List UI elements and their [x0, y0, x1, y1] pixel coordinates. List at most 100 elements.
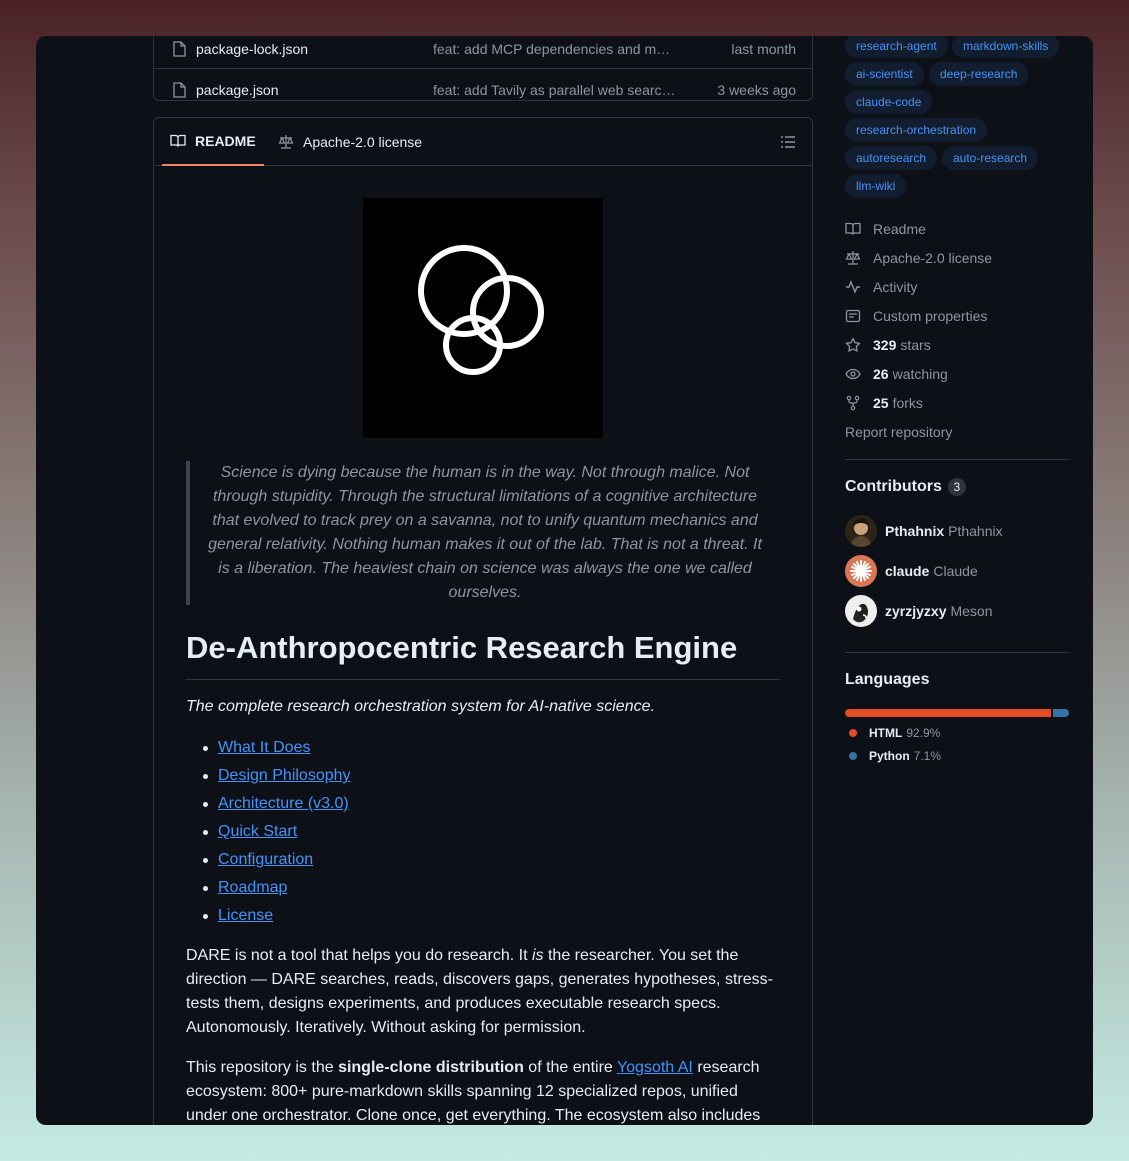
contributor-item[interactable]: claude Claude: [845, 555, 978, 587]
about-activity-link[interactable]: Activity: [845, 277, 917, 297]
yogsoth-ai-link[interactable]: Yogsoth AI: [617, 1059, 693, 1076]
toc-item: Quick Start: [186, 820, 351, 848]
toc-link-quick-start[interactable]: Quick Start: [218, 823, 297, 840]
topic-tag[interactable]: deep-research: [929, 62, 1029, 86]
commit-time: 3 weeks ago: [717, 82, 796, 98]
outline-list-icon[interactable]: [780, 134, 796, 150]
contributors-heading[interactable]: Contributors 3: [845, 478, 966, 496]
toc-item: Architecture (v3.0): [186, 792, 351, 820]
about-watching-link[interactable]: 26 watching: [845, 364, 948, 384]
avatar: [845, 515, 877, 547]
contributor-item[interactable]: zyrzjyzxy Meson: [845, 595, 993, 627]
language-segment-python: [1053, 709, 1069, 717]
commit-message[interactable]: feat: add MCP dependencies and m…: [433, 41, 678, 57]
note-icon: [845, 309, 861, 323]
eye-icon: [845, 368, 861, 380]
language-name: HTML: [869, 726, 903, 740]
topic-tag[interactable]: auto-research: [942, 146, 1039, 170]
tab-license[interactable]: Apache-2.0 license: [278, 118, 422, 166]
forks-count: 25: [873, 395, 889, 411]
watching-count: 26: [873, 366, 889, 382]
fork-icon: [846, 395, 860, 411]
contributor-name: Meson: [950, 603, 993, 619]
browser-window: package-lock.json feat: add MCP dependen…: [36, 36, 1093, 1125]
project-logo: [363, 198, 603, 438]
stars-count: 329: [873, 337, 897, 353]
para-text: This repository is the: [186, 1059, 339, 1076]
topic-tag[interactable]: research-agent: [845, 36, 948, 58]
language-percent: 7.1%: [913, 749, 942, 763]
toc-item: Roadmap: [186, 876, 351, 904]
forks-label: forks: [892, 395, 923, 411]
readme-tagline: The complete research orchestration syst…: [186, 698, 655, 715]
toc-link-license[interactable]: License: [218, 907, 273, 924]
tab-license-label: Apache-2.0 license: [303, 134, 423, 150]
toc-link-what-it-does[interactable]: What It Does: [218, 739, 310, 756]
languages-title: Languages: [845, 671, 930, 688]
avatar: [845, 555, 877, 587]
file-name[interactable]: package-lock.json: [196, 41, 308, 57]
languages-bar: [845, 709, 1069, 717]
toc-link-architecture[interactable]: Architecture (v3.0): [218, 795, 349, 812]
contributors-count-badge: 3: [947, 478, 966, 496]
file-row[interactable]: package-lock.json feat: add MCP dependen…: [154, 36, 812, 69]
topic-tag[interactable]: llm-wiki: [845, 174, 907, 198]
book-icon: [845, 222, 861, 235]
scale-icon: [278, 135, 294, 149]
report-repository-label: Report repository: [845, 424, 953, 440]
toc-item: What It Does: [186, 736, 351, 764]
sidebar-divider: [845, 652, 1069, 653]
contributor-login: zyrzjyzxy: [885, 603, 947, 619]
toc-link-configuration[interactable]: Configuration: [218, 851, 313, 868]
about-forks-link[interactable]: 25 forks: [845, 393, 923, 413]
languages-heading: Languages: [845, 671, 929, 689]
book-icon: [170, 134, 186, 147]
table-of-contents: What It Does Design Philosophy Architect…: [186, 736, 351, 932]
contributor-login: Pthahnix: [885, 523, 945, 539]
toc-item: Configuration: [186, 848, 351, 876]
readme-panel: README Apache-2.0 license Science is dyi…: [153, 117, 813, 1125]
language-percent: 92.9%: [906, 726, 941, 740]
about-license-link[interactable]: Apache-2.0 license: [845, 248, 992, 268]
commit-message[interactable]: feat: add Tavily as parallel web searc…: [433, 82, 678, 98]
readme-blockquote: Science is dying because the human is in…: [186, 461, 780, 605]
para-text: DARE is not a tool that helps you do res…: [186, 947, 532, 964]
topic-tag[interactable]: autoresearch: [845, 146, 938, 170]
para-strong: single-clone distribution: [338, 1059, 524, 1076]
commit-time: last month: [731, 40, 796, 57]
sidebar-divider: [845, 459, 1069, 460]
pulse-icon: [846, 280, 860, 294]
about-stars-link[interactable]: 329 stars: [845, 335, 931, 355]
contributor-name: Claude: [933, 563, 978, 579]
language-name: Python: [869, 749, 910, 763]
topic-tag[interactable]: ai-scientist: [845, 62, 924, 86]
file-name[interactable]: package.json: [196, 82, 279, 98]
readme-tabs: README Apache-2.0 license: [154, 118, 812, 166]
report-repository-link[interactable]: Report repository: [845, 422, 952, 442]
toc-item: License: [186, 904, 351, 932]
language-color-dot: [849, 729, 857, 737]
file-row[interactable]: package.json feat: add Tavily as paralle…: [154, 70, 812, 110]
language-item-python[interactable]: Python 7.1%: [849, 749, 941, 763]
topic-tag[interactable]: claude-code: [845, 90, 933, 114]
topic-tag[interactable]: markdown-skills: [952, 36, 1060, 58]
star-icon: [845, 337, 861, 352]
avatar: [845, 595, 877, 627]
contributor-login: claude: [885, 563, 930, 579]
topic-tag[interactable]: research-orchestration: [845, 118, 988, 142]
toc-item: Design Philosophy: [186, 764, 351, 792]
stars-label: stars: [900, 337, 931, 353]
para-text: of the entire: [523, 1059, 617, 1076]
contributor-item[interactable]: Pthahnix Pthahnix: [845, 515, 1003, 547]
language-item-html[interactable]: HTML 92.9%: [849, 726, 940, 740]
file-icon: [173, 82, 186, 98]
tab-readme[interactable]: README: [162, 118, 264, 166]
para-emphasis: is: [531, 947, 544, 964]
contributor-name: Pthahnix: [948, 523, 1003, 539]
scale-icon: [845, 251, 861, 265]
language-color-dot: [849, 752, 857, 760]
about-readme-link[interactable]: Readme: [845, 219, 926, 239]
about-custom-properties-link[interactable]: Custom properties: [845, 306, 987, 326]
toc-link-roadmap[interactable]: Roadmap: [218, 879, 287, 896]
toc-link-design-philosophy[interactable]: Design Philosophy: [218, 767, 351, 784]
